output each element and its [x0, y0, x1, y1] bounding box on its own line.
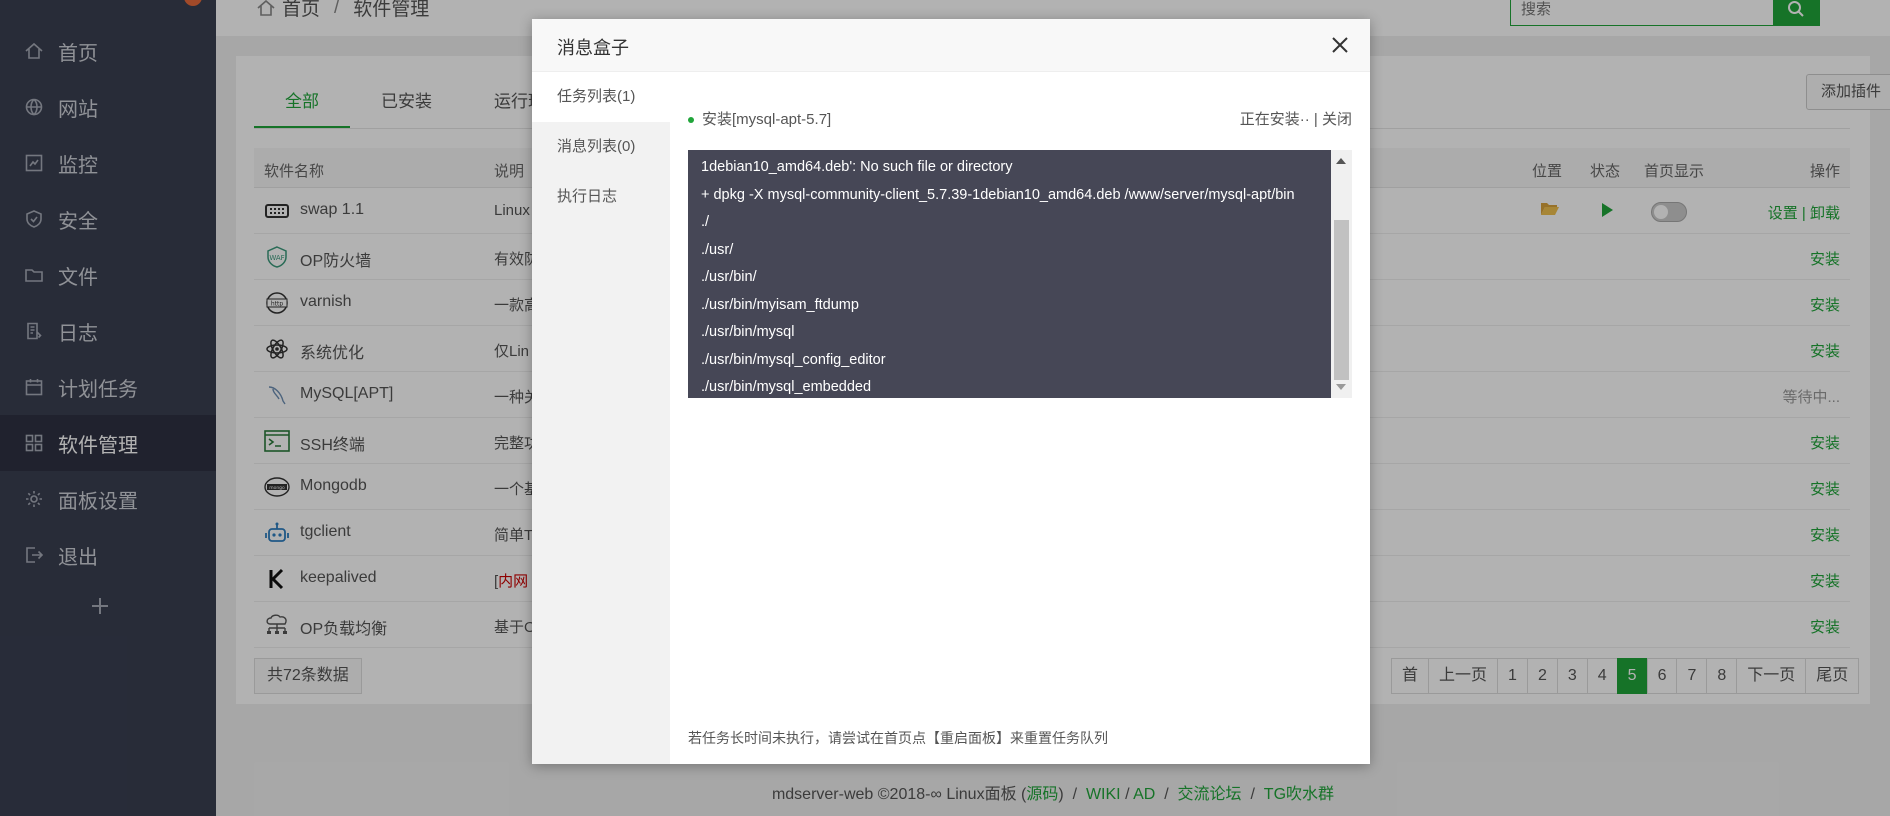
- dialog-tabs: 任务列表(1) 消息列表(0) 执行日志: [532, 72, 670, 764]
- message-box-dialog: 消息盒子 任务列表(1) 消息列表(0) 执行日志 安装[mysql-apt-5…: [532, 19, 1370, 764]
- task-close-link[interactable]: 关闭: [1322, 111, 1352, 128]
- task-panel: 安装[mysql-apt-5.7] 正在安装·· | 关闭 1debian10_…: [670, 72, 1370, 764]
- task-queue-hint: 若任务长时间未执行，请尝试在首页点【重启面板】来重置任务队列: [688, 730, 1108, 746]
- console-line: ./usr/: [701, 241, 734, 258]
- console-line: ./usr/bin/mysql_embedded: [701, 379, 872, 395]
- tab-exec-log[interactable]: 执行日志: [532, 172, 670, 222]
- dialog-title: 消息盒子: [557, 38, 629, 58]
- task-status: 正在安装··: [1239, 111, 1310, 128]
- dialog-header: 消息盒子: [532, 19, 1370, 72]
- task-controls: 正在安装·· | 关闭: [1240, 108, 1352, 129]
- console-line: ./usr/bin/mysql_config_editor: [701, 351, 886, 368]
- console-line: ./usr/bin/: [701, 269, 757, 285]
- task-separator: |: [1313, 111, 1318, 128]
- status-dot: [688, 117, 694, 124]
- tab-message-list[interactable]: 消息列表(0): [532, 122, 670, 172]
- scroll-down-arrow-icon[interactable]: [1336, 384, 1346, 390]
- install-log-console[interactable]: 1debian10_amd64.deb': No such file or di…: [688, 150, 1331, 398]
- console-scrollbar[interactable]: [1331, 150, 1352, 398]
- tab-task-list[interactable]: 任务列表(1): [532, 72, 670, 122]
- console-line: 1debian10_amd64.deb': No such file or di…: [701, 159, 1013, 175]
- console-line: ./usr/bin/myisam_ftdump: [701, 296, 859, 313]
- console-line: + dpkg -X mysql-community-client_5.7.39-…: [701, 186, 1295, 203]
- task-name: 安装[mysql-apt-5.7]: [702, 111, 832, 128]
- console-line: ./usr/bin/mysql: [701, 324, 795, 340]
- close-icon[interactable]: [1330, 35, 1350, 55]
- scrollbar-thumb[interactable]: [1334, 220, 1349, 380]
- console-line: ./: [701, 214, 710, 230]
- scroll-up-arrow-icon[interactable]: [1336, 158, 1346, 164]
- task-item: 安装[mysql-apt-5.7] 正在安装·· | 关闭: [688, 108, 1352, 129]
